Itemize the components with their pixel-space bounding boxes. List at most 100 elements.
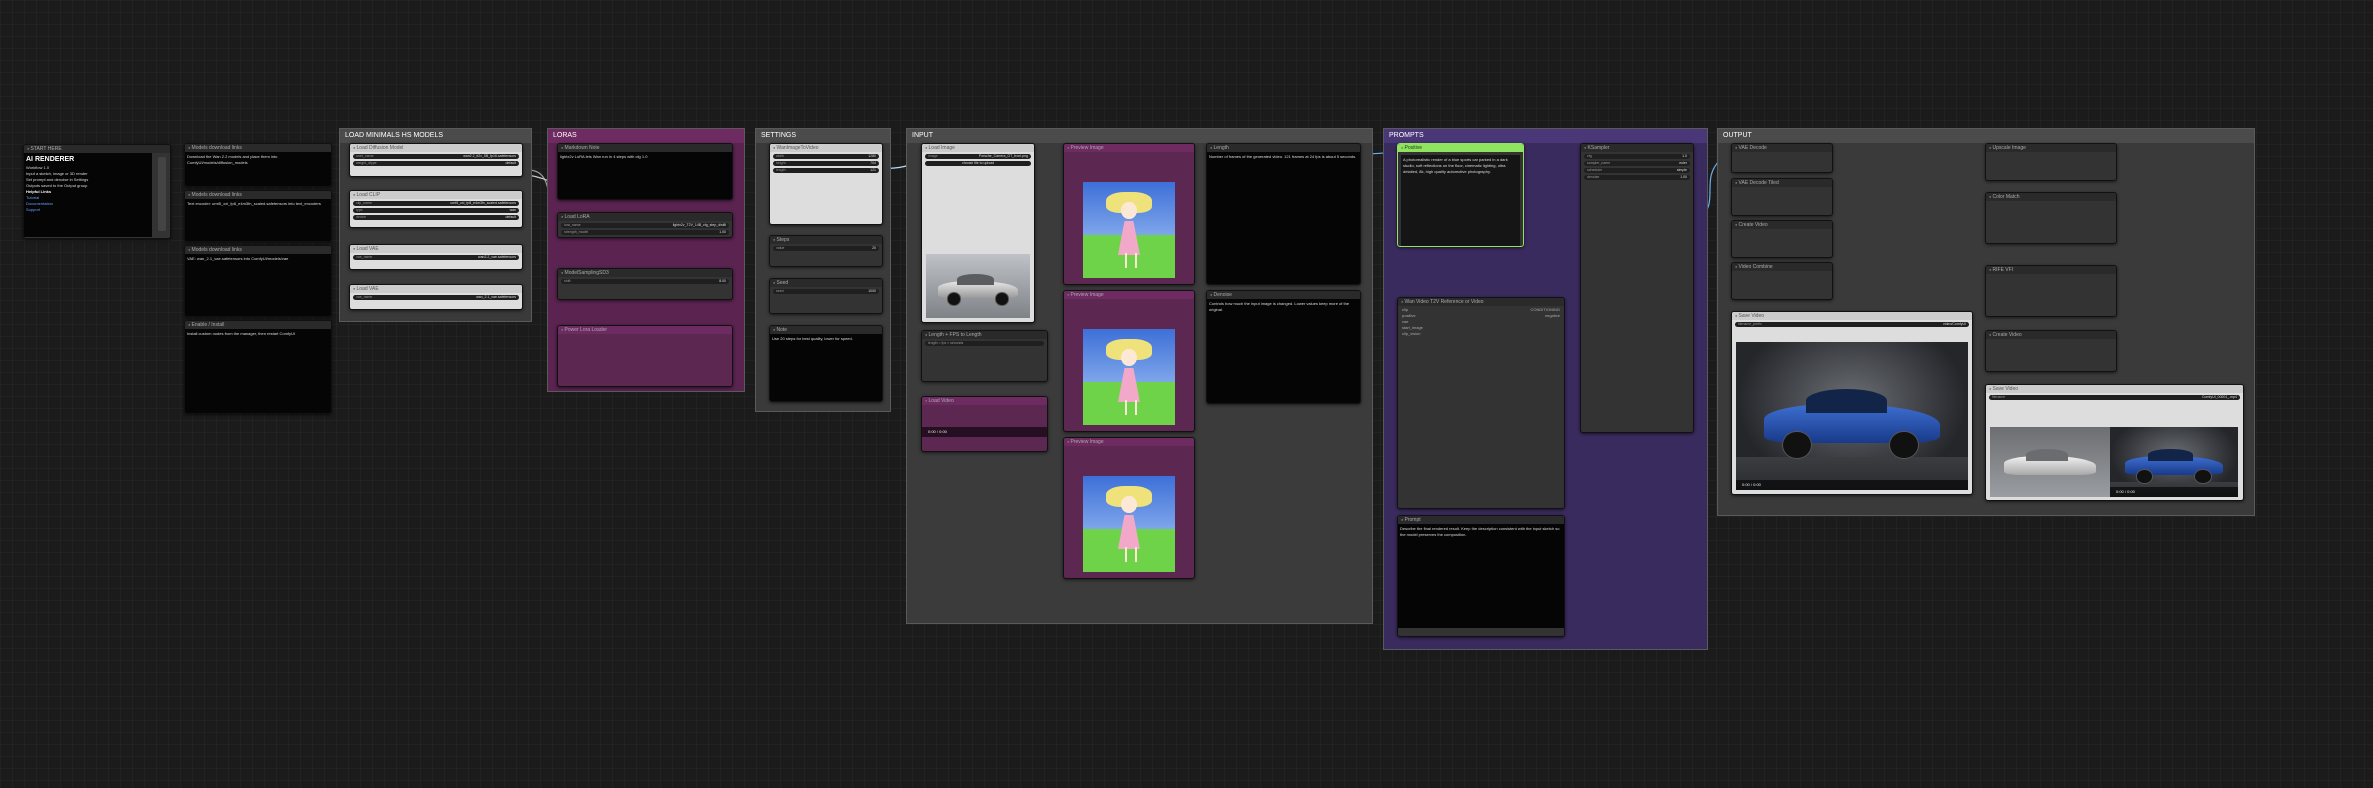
load-vae-node[interactable]: Load VAE vae_namewan2.2_vae.safetensors	[349, 244, 523, 270]
model-sampling-node[interactable]: ModelSamplingSD3 shift8.00	[557, 268, 733, 300]
denoise-widget[interactable]: denoise 1.00	[1584, 175, 1690, 180]
color-match-node[interactable]: Color Match	[1985, 192, 2117, 244]
length-formula: length = fps × seconds	[925, 341, 1044, 346]
node-title: Create Video	[1732, 221, 1832, 229]
start-link-3[interactable]: Support	[26, 207, 150, 213]
node-title: Wan Video T2V Reference or Video	[1398, 298, 1564, 306]
lora-name-widget[interactable]: lora_name lightx2v_T2V_14B_cfg_step_disti…	[561, 223, 729, 228]
node-title: Length	[1207, 144, 1360, 152]
image-widget[interactable]: image Porsche_Carrera_GT_front.png	[925, 154, 1031, 159]
node-title: RIFE VFI	[1986, 266, 2116, 274]
width-widget[interactable]: width 1280	[773, 154, 879, 159]
save-video-node[interactable]: Save Video filename_prefixvideo/ComfyUI …	[1731, 311, 1973, 495]
node-title: VAE Decode	[1732, 144, 1832, 152]
prompt-note-node[interactable]: Prompt Describe the final rendered resul…	[1397, 515, 1565, 637]
reference-node[interactable]: Wan Video T2V Reference or Video clipCON…	[1397, 297, 1565, 509]
note-title: Models download links	[185, 144, 331, 152]
filename-widget[interactable]: filename ComfyUI_00001_.mp4	[1989, 395, 2240, 400]
node-title: Load Image	[922, 144, 1034, 152]
node-title: Save Video	[1732, 312, 1972, 320]
vae-name-widget[interactable]: vae_name wan2.2_vae.safetensors	[353, 255, 519, 260]
group-title: SETTINGS	[756, 129, 890, 143]
vae-decode-node[interactable]: VAE Decode	[1731, 143, 1833, 173]
length-note-node[interactable]: Length Number of frames of the generated…	[1206, 143, 1361, 285]
seed-widget[interactable]: seed 1000	[773, 289, 879, 294]
node-title: Load VAE	[350, 285, 522, 293]
node-title: Power Lora Loader	[558, 326, 732, 334]
length-node[interactable]: Length + FPS to Length length = fps × se…	[921, 330, 1048, 382]
unet-name-widget[interactable]: unet_name wan2.2_ti2v_5B_fp16.safetensors	[353, 154, 519, 159]
lora-stack-node[interactable]: Power Lora Loader	[557, 325, 733, 387]
node-title: Upscale Image	[1986, 144, 2116, 152]
weight-dtype-widget[interactable]: weight_dtype default	[353, 161, 519, 166]
node-title: Load Video	[922, 397, 1047, 405]
compare-left	[1990, 427, 2110, 497]
note-node[interactable]: Models download links Download the Wan 2…	[184, 143, 332, 187]
shift-widget[interactable]: shift 8.00	[561, 279, 729, 284]
start-heading: AI RENDERER	[26, 156, 75, 163]
note-title: Models download links	[185, 246, 331, 254]
note-node[interactable]: Enable / Install Install custom nodes fr…	[184, 320, 332, 414]
rife-node[interactable]: RIFE VFI	[1985, 265, 2117, 317]
vae-decode-tiled-node[interactable]: VAE Decode Tiled	[1731, 178, 1833, 216]
video-controls[interactable]: 0:00 / 0:00	[922, 427, 1047, 437]
load-vae-node[interactable]: Load VAE vae_namewan_2.1_vae.safetensors	[349, 284, 523, 310]
preview-image	[1083, 182, 1175, 278]
vae-name-widget[interactable]: vae_name wan_2.1_vae.safetensors	[353, 295, 519, 300]
create-video-node[interactable]: Create Video	[1985, 330, 2117, 372]
load-lora-node[interactable]: Load LoRA lora_namelightx2v_T2V_14B_cfg_…	[557, 212, 733, 238]
video-input-node[interactable]: Load Video 0:00 / 0:00	[921, 396, 1048, 452]
node-title: Load Diffusion Model	[350, 144, 522, 152]
scheduler-widget[interactable]: scheduler simple	[1584, 168, 1690, 173]
note-node[interactable]: Models download links Text encoder: umt5…	[184, 190, 332, 242]
note-text: Number of frames of the generated video.…	[1207, 152, 1360, 284]
load-clip-node[interactable]: Load CLIP clip_nameumt5_xxl_fp8_e4m3fn_s…	[349, 190, 523, 228]
load-diffusion-model-node[interactable]: Load Diffusion Model unet_namewan2.2_ti2…	[349, 143, 523, 177]
upload-button[interactable]: choose file to upload	[925, 161, 1031, 166]
node-title: Seed	[770, 279, 882, 287]
device-widget[interactable]: device default	[353, 215, 519, 220]
note-text: Download the Wan 2.2 models and place th…	[185, 152, 331, 186]
cfg-widget[interactable]: cfg 1.0	[1584, 154, 1690, 159]
preview-image-node[interactable]: Preview Image	[1063, 143, 1195, 285]
height-widget[interactable]: height 704	[773, 161, 879, 166]
node-title: Load VAE	[350, 245, 522, 253]
positive-prompt-text[interactable]: A photorealistic render of a blue sports…	[1401, 155, 1520, 246]
start-here-title: START HERE	[24, 145, 170, 153]
clip-type-widget[interactable]: type wan	[353, 208, 519, 213]
node-title: Prompt	[1398, 516, 1564, 524]
seed-node[interactable]: Seed seed1000	[769, 278, 883, 314]
create-video-node[interactable]: Create Video	[1731, 220, 1833, 258]
filename-prefix-widget[interactable]: filename_prefix video/ComfyUI	[1735, 322, 1969, 327]
markdown-note-node[interactable]: Markdown Note lightx2v LoRA lets Wan run…	[557, 143, 733, 200]
node-title: Load LoRA	[558, 213, 732, 221]
positive-prompt-node[interactable]: Positive A photorealistic render of a bl…	[1397, 143, 1524, 247]
output-video[interactable]: 0:00 / 0:00	[1736, 342, 1968, 490]
clip-name-widget[interactable]: clip_name umt5_xxl_fp8_e4m3fn_scaled.safe…	[353, 201, 519, 206]
length-widget[interactable]: length 121	[773, 168, 879, 173]
image-resize-node[interactable]: Upscale Image	[1985, 143, 2117, 181]
video-combine-node[interactable]: Video Combine	[1731, 262, 1833, 300]
node-title: ModelSamplingSD3	[558, 269, 732, 277]
video-controls[interactable]: 0:00 / 0:00	[2110, 487, 2238, 497]
sampler-widget[interactable]: sampler_name euler	[1584, 161, 1690, 166]
wan-image-to-video-node[interactable]: WanImageToVideo width1280 height704 leng…	[769, 143, 883, 225]
compare-video-node[interactable]: Save Video filenameComfyUI_00001_.mp4 0:…	[1985, 384, 2244, 501]
denoise-note-node[interactable]: Denoise Controls how much the input imag…	[1206, 290, 1361, 404]
scrollbar[interactable]	[158, 157, 166, 231]
preview-image-node[interactable]: Preview Image	[1063, 290, 1195, 432]
node-title: Color Match	[1986, 193, 2116, 201]
note-text: Describe the final rendered result. Keep…	[1398, 524, 1564, 628]
steps-widget[interactable]: value 20	[773, 246, 879, 251]
strength-widget[interactable]: strength_model 1.00	[561, 230, 729, 235]
note-node[interactable]: Models download links VAE: wan_2.1_vae.s…	[184, 245, 332, 317]
compare-right: 0:00 / 0:00	[2110, 427, 2238, 497]
preview-image-node[interactable]: Preview Image	[1063, 437, 1195, 579]
video-controls[interactable]: 0:00 / 0:00	[1736, 480, 1968, 490]
start-here-node[interactable]: START HERE AI RENDERER Workflow 1.0 Inpu…	[23, 144, 171, 239]
settings-note-node[interactable]: Note Use 20 steps for best quality, lowe…	[769, 325, 883, 402]
steps-node[interactable]: Steps value20	[769, 235, 883, 267]
node-title: Positive	[1398, 144, 1523, 152]
load-image-node[interactable]: Load Image imagePorsche_Carrera_GT_front…	[921, 143, 1035, 323]
sampler-node[interactable]: KSampler cfg1.0 sampler_nameeuler schedu…	[1580, 143, 1694, 433]
